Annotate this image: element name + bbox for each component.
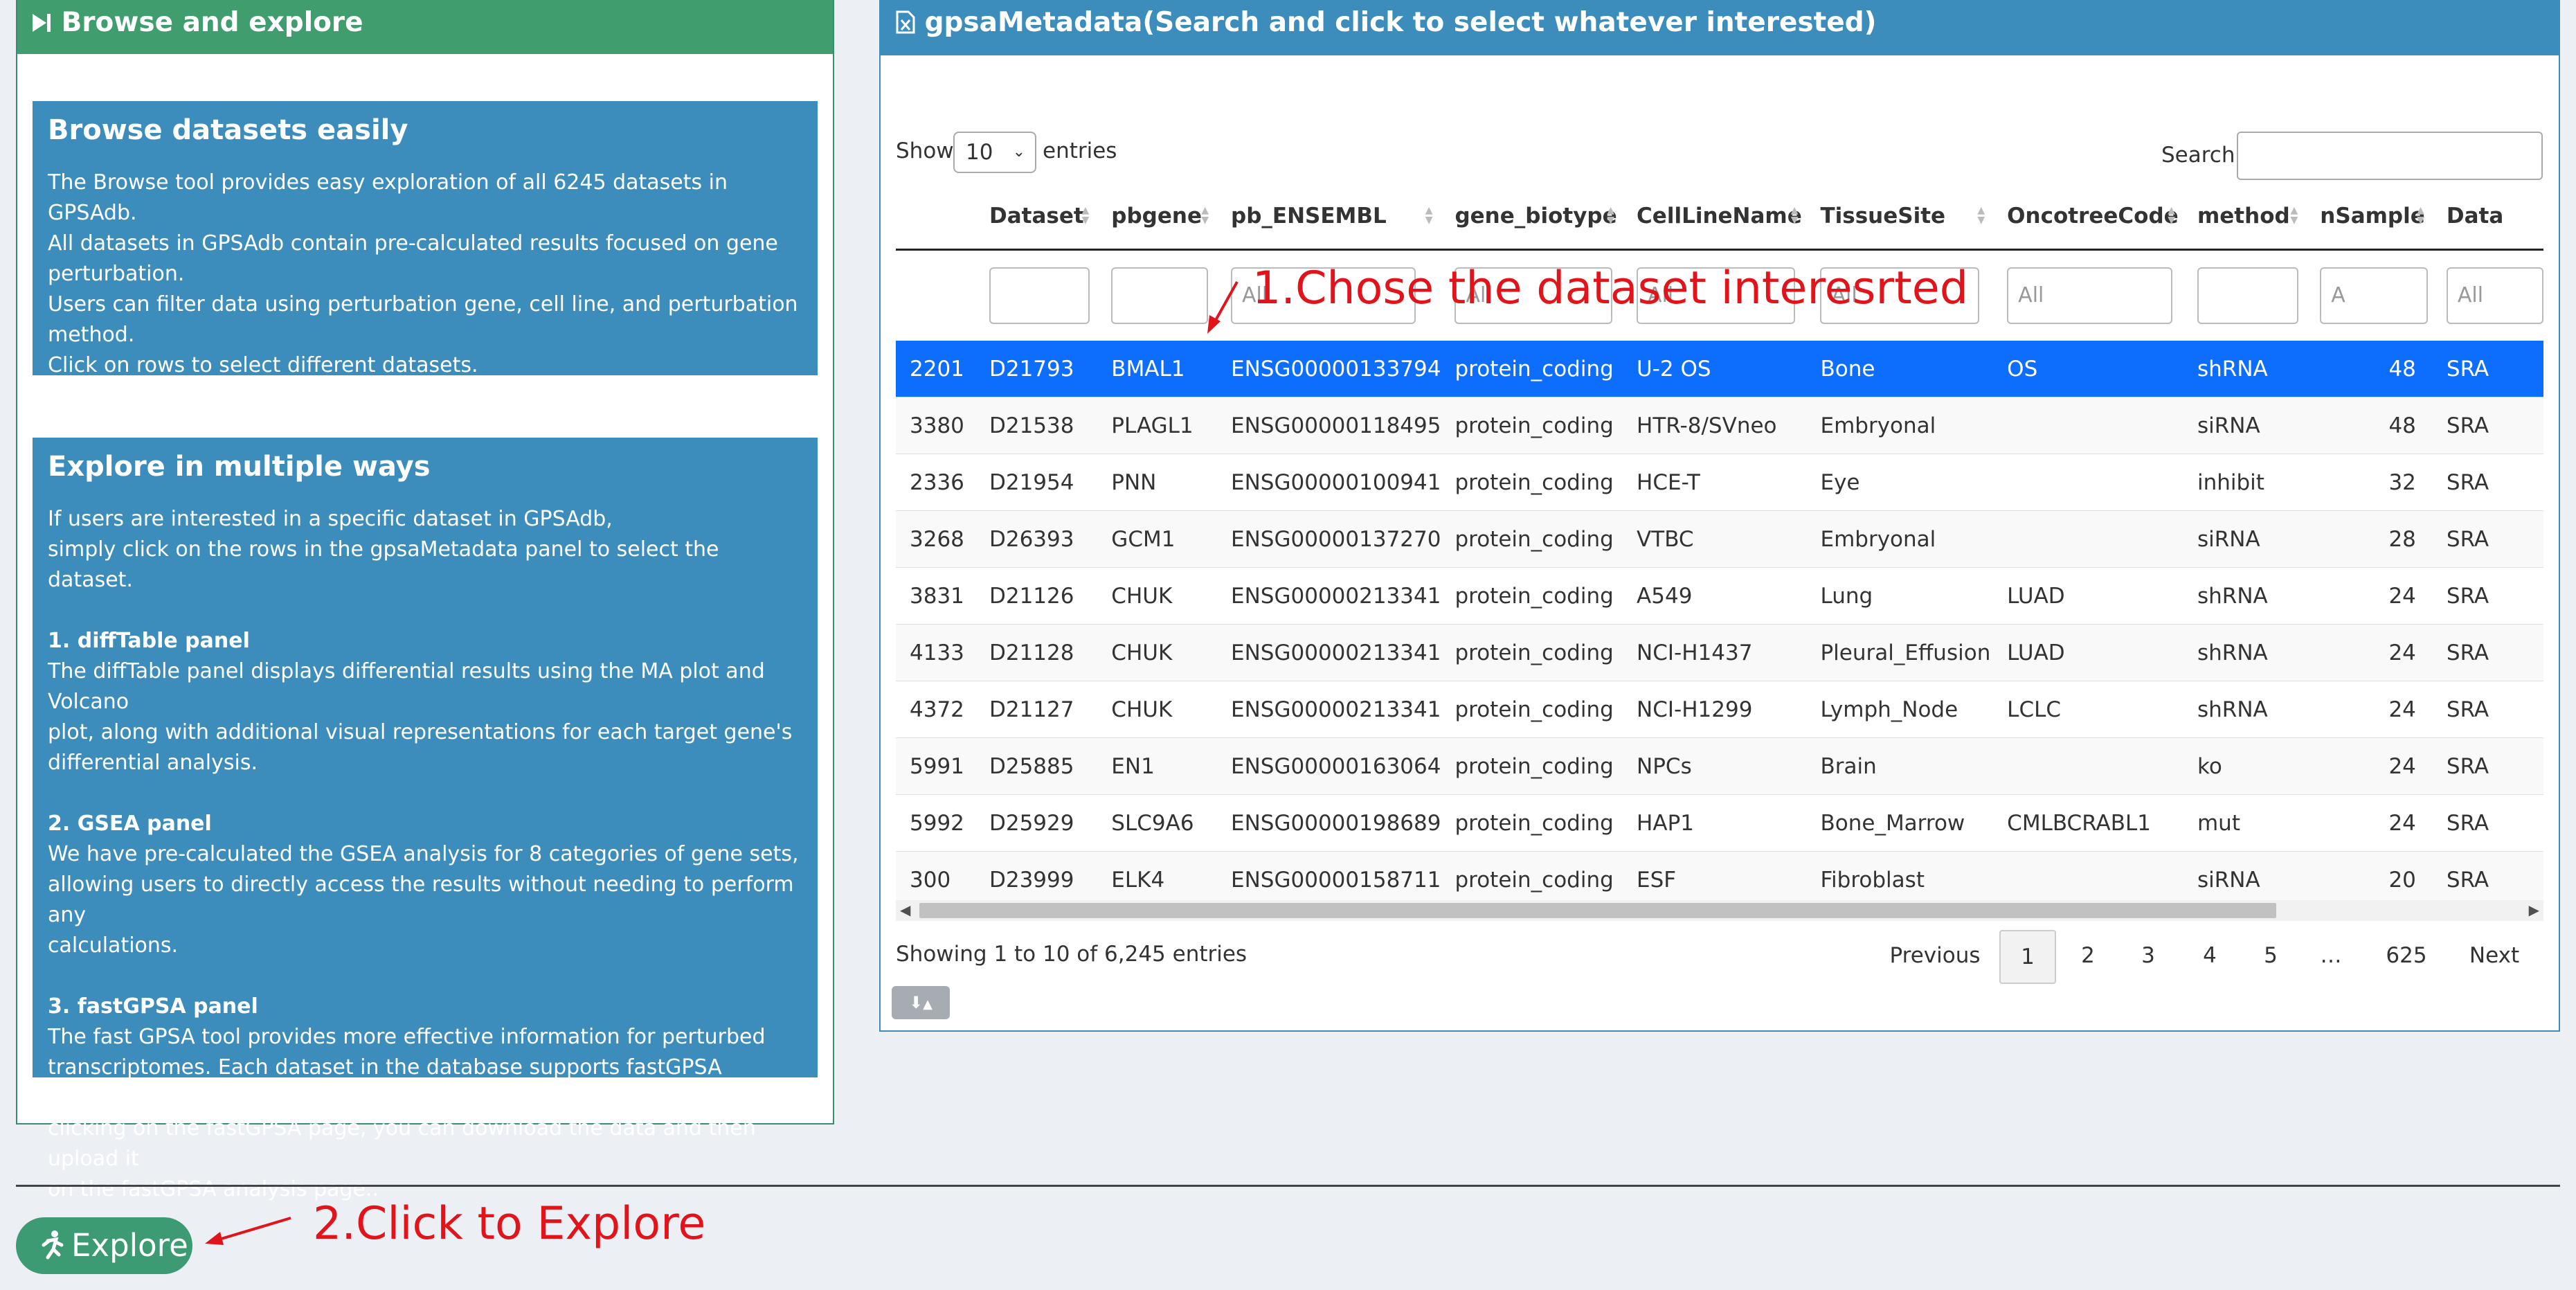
arrow-icon [1207,281,1239,334]
annotation-arrows [205,281,1239,1245]
annotation-step2: 2.Click to Explore [313,1198,706,1250]
annotation-step1: 1.Chose the dataset interesrted [1252,262,1968,314]
arrow-icon [205,1217,291,1245]
